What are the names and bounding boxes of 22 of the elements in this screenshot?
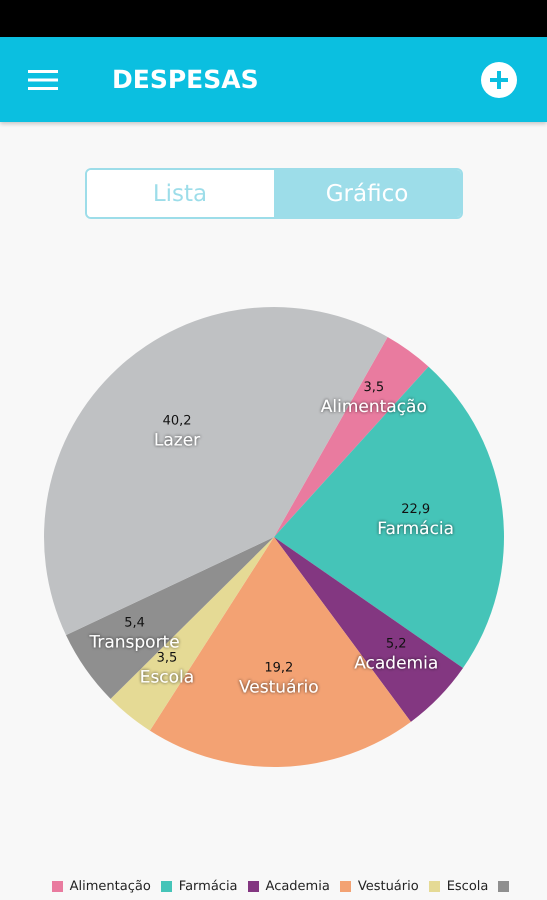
value-label: 3,5 bbox=[362, 380, 384, 396]
slice-label: Vestuário bbox=[238, 678, 318, 698]
menu-icon[interactable] bbox=[28, 68, 58, 90]
page-title: DESPESAS bbox=[112, 65, 260, 94]
value-label: 5,4 bbox=[124, 616, 144, 631]
slice-label: Escola bbox=[139, 667, 194, 688]
view-tab[interactable]: Lista bbox=[86, 170, 274, 217]
slice-label: Lazer bbox=[153, 430, 200, 450]
legend-label: Escola bbox=[446, 879, 488, 894]
view-tab[interactable]: Gráfico bbox=[274, 170, 460, 217]
value-label: 3,5 bbox=[156, 650, 177, 666]
value-label: 5,2 bbox=[385, 636, 406, 652]
slice-label: Farmácia bbox=[376, 518, 454, 539]
add-icon[interactable] bbox=[481, 62, 517, 98]
legend-label: Farmácia bbox=[178, 879, 238, 894]
legend-label: Vestuário bbox=[358, 879, 419, 894]
slice-label: Alimentação bbox=[320, 397, 426, 418]
value-label: 19,2 bbox=[264, 660, 293, 676]
value-label: 40,2 bbox=[162, 413, 192, 428]
legend-label: Academia bbox=[266, 879, 330, 894]
value-label: 22,9 bbox=[400, 502, 430, 517]
legend-label: Alimentação bbox=[70, 879, 151, 894]
